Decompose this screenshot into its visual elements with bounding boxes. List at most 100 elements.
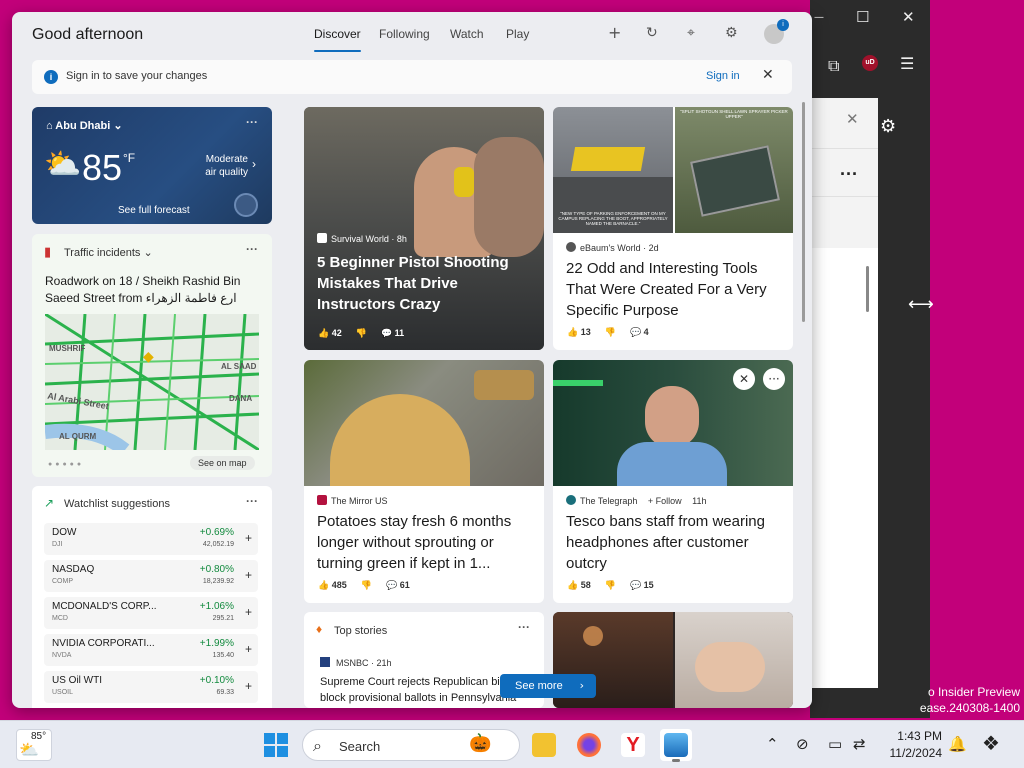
panel-header: Good afternoon Discover Following Watch … bbox=[12, 12, 812, 60]
comment-icon[interactable]: 💬 4 bbox=[630, 327, 649, 337]
photos-app-icon[interactable] bbox=[660, 729, 692, 762]
copilot-icon[interactable]: ❖ bbox=[982, 731, 1000, 755]
like-icon[interactable]: 👍 13 bbox=[567, 327, 591, 337]
ublock-icon[interactable]: uD bbox=[862, 55, 878, 71]
more-options-icon[interactable]: ··· bbox=[246, 242, 258, 256]
news-headline[interactable]: 5 Beginner Pistol Shooting Mistakes That… bbox=[317, 252, 537, 315]
follow-button[interactable]: + Follow bbox=[648, 496, 682, 506]
like-icon[interactable]: 👍 58 bbox=[567, 580, 591, 590]
news-card-pistol[interactable]: Survival World · 8h 5 Beginner Pistol Sh… bbox=[304, 107, 544, 350]
see-on-map-button[interactable]: See on map bbox=[190, 456, 255, 470]
search-icon: ⌕ bbox=[313, 736, 322, 755]
add-stock-icon[interactable]: + bbox=[245, 568, 252, 582]
refresh-icon[interactable]: ↻ bbox=[646, 25, 658, 41]
pager-dots[interactable]: ●●●●● bbox=[48, 461, 84, 468]
partly-cloudy-icon: ⛅ bbox=[44, 147, 82, 182]
stock-row[interactable]: US Oil WTI USOIL +0.10% 69.33 + bbox=[44, 671, 258, 703]
widgets-button[interactable]: ⛅ 85° bbox=[16, 729, 52, 761]
stock-row[interactable]: NVIDIA CORPORATI... NVDA +1.99% 135.40 + bbox=[44, 634, 258, 666]
clock-date: 11/2/2024 bbox=[889, 746, 943, 760]
tab-following[interactable]: Following bbox=[379, 27, 430, 41]
pin-icon[interactable]: ⌖ bbox=[687, 25, 695, 41]
add-stock-icon[interactable]: + bbox=[245, 531, 252, 545]
traffic-card[interactable]: ▮ Traffic incidents ⌄ ··· Roadwork on 18… bbox=[32, 234, 272, 477]
news-card-tools[interactable]: "NEW TYPE OF PARKING ENFORCEMENT ON MY C… bbox=[553, 107, 793, 350]
source-text: MSNBC · 21h bbox=[336, 658, 392, 668]
news-card-potatoes[interactable]: The Mirror US Potatoes stay fresh 6 mont… bbox=[304, 360, 544, 603]
more-options-icon[interactable]: ··· bbox=[763, 368, 785, 390]
close-icon[interactable]: ✕ bbox=[762, 67, 774, 83]
settings-icon[interactable]: ⚙ bbox=[725, 25, 738, 41]
news-headline[interactable]: Potatoes stay fresh 6 months longer with… bbox=[317, 511, 539, 574]
add-stock-icon[interactable]: + bbox=[245, 642, 252, 656]
extensions-icon[interactable]: ⧉ bbox=[828, 56, 839, 76]
taskbar-search[interactable]: ⌕ Search 🎃 bbox=[302, 729, 520, 761]
like-icon[interactable]: 👍 485 bbox=[318, 580, 347, 590]
network-off-icon[interactable]: ⊘ bbox=[796, 735, 809, 753]
start-button[interactable] bbox=[264, 733, 288, 757]
incident-marker-icon[interactable]: ◆ bbox=[143, 348, 154, 365]
watchlist-card[interactable]: ↗ Watchlist suggestions ··· DOW DJI +0.6… bbox=[32, 486, 272, 708]
chevron-right-icon[interactable]: › bbox=[252, 157, 256, 171]
traffic-light-icon: ▮ bbox=[44, 244, 52, 259]
clock[interactable]: 1:43 PM 11/2/2024 bbox=[880, 728, 943, 762]
stock-change: +1.06% bbox=[199, 601, 234, 612]
comment-icon[interactable]: 💬 15 bbox=[630, 580, 654, 590]
profile-icon[interactable]: i bbox=[764, 19, 789, 44]
settings-gear-icon[interactable]: ⚙ bbox=[880, 116, 896, 137]
dislike-icon[interactable]: 👎 bbox=[605, 327, 616, 337]
plus-icon[interactable]: + bbox=[608, 23, 621, 42]
stock-row[interactable]: DOW DJI +0.69% 42,052.19 + bbox=[44, 523, 258, 555]
more-options-icon[interactable]: ··· bbox=[518, 620, 530, 634]
more-options-icon[interactable]: ··· bbox=[246, 494, 258, 508]
like-count: 485 bbox=[331, 580, 347, 590]
tab-watch[interactable]: Watch bbox=[450, 27, 484, 41]
more-options-icon[interactable]: ··· bbox=[840, 164, 858, 185]
news-card-tesco[interactable]: ✕ ··· The Telegraph + Follow 11h Tesco b… bbox=[553, 360, 793, 603]
panel-scrollbar[interactable] bbox=[802, 102, 805, 322]
add-stock-icon[interactable]: + bbox=[245, 605, 252, 619]
dislike-icon[interactable]: 👎 bbox=[605, 580, 616, 590]
close-icon[interactable]: ✕ bbox=[846, 110, 859, 128]
stock-row[interactable]: NASDAQ COMP +0.80% 18,239.92 + bbox=[44, 560, 258, 592]
firefox-icon[interactable] bbox=[573, 729, 605, 761]
signin-link[interactable]: Sign in bbox=[706, 70, 740, 82]
dislike-icon[interactable]: 👎 bbox=[361, 580, 372, 590]
tab-play[interactable]: Play bbox=[506, 27, 529, 41]
comment-icon[interactable]: 💬 61 bbox=[386, 580, 410, 590]
yandex-browser-icon[interactable]: Y bbox=[617, 729, 649, 761]
news-headline[interactable]: Tesco bans staff from wearing headphones… bbox=[566, 511, 788, 574]
news-headline[interactable]: Supreme Court rejects Republican bid to … bbox=[320, 674, 530, 706]
menu-icon[interactable]: ☰ bbox=[900, 54, 914, 73]
file-explorer-icon[interactable] bbox=[528, 729, 560, 761]
full-forecast-link[interactable]: See full forecast bbox=[118, 205, 190, 216]
like-icon[interactable]: 👍 42 bbox=[318, 328, 342, 338]
air-quality[interactable]: Moderate air quality bbox=[194, 153, 248, 179]
chevron-up-icon[interactable]: ⌃ bbox=[766, 735, 779, 753]
comment-count: 4 bbox=[643, 327, 649, 337]
comment-icon[interactable]: 💬 11 bbox=[381, 328, 404, 338]
notification-icon[interactable]: 🔔 bbox=[948, 735, 967, 753]
dislike-icon[interactable]: 👎 bbox=[356, 328, 367, 338]
watermark-line2: ease.240308-1400 bbox=[919, 701, 1020, 715]
map-label: MUSHRIF bbox=[49, 344, 86, 353]
see-more-button[interactable]: See more › bbox=[500, 674, 596, 698]
stock-row[interactable]: MCDONALD'S CORP... MCD +1.06% 295.21 + bbox=[44, 597, 258, 629]
maximize-button[interactable]: ☐ bbox=[856, 8, 869, 26]
weather-card[interactable]: ⌂ Abu Dhabi ⌄ ··· ⛅ 85 °F Moderate air q… bbox=[32, 107, 272, 224]
more-options-icon[interactable]: ··· bbox=[246, 115, 258, 129]
news-source: MSNBC · 21h bbox=[320, 657, 392, 668]
comment-count: 15 bbox=[643, 580, 654, 590]
dismiss-icon[interactable]: ✕ bbox=[733, 368, 755, 390]
device-icon[interactable]: ▭ bbox=[828, 735, 842, 753]
tab-discover[interactable]: Discover bbox=[314, 27, 361, 52]
weather-location[interactable]: ⌂ Abu Dhabi ⌄ bbox=[46, 119, 123, 132]
scrollbar[interactable] bbox=[866, 266, 869, 312]
add-stock-icon[interactable]: + bbox=[245, 679, 252, 693]
news-headline[interactable]: 22 Odd and Interesting Tools That Were C… bbox=[566, 258, 788, 321]
source-text: The Mirror US bbox=[331, 496, 388, 506]
close-window-button[interactable]: ✕ bbox=[902, 8, 915, 26]
sync-icon[interactable]: ⇄ bbox=[853, 735, 866, 753]
traffic-map[interactable]: MUSHRIF AL SAAD DANA Al Arabi Street AL … bbox=[45, 314, 259, 450]
minimize-button[interactable]: — bbox=[814, 12, 824, 23]
